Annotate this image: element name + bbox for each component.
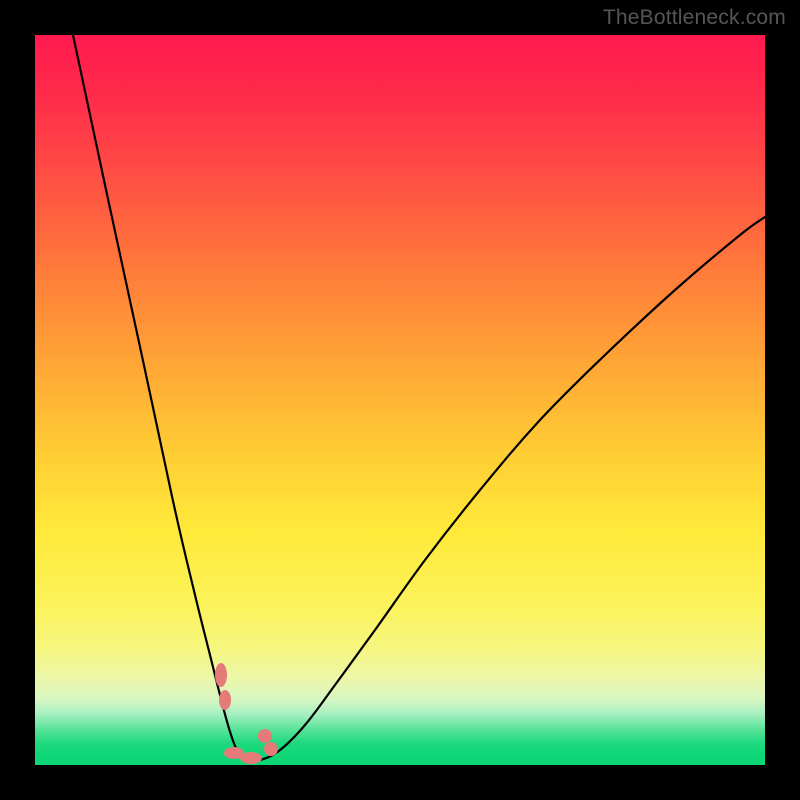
marker-trough-right-pill: [240, 752, 262, 764]
outer-frame: TheBottleneck.com: [0, 0, 800, 800]
bottleneck-curve: [73, 35, 765, 761]
marker-left-upper-pill: [215, 663, 227, 687]
chart-svg: [35, 35, 765, 765]
marker-right-upper-dot: [258, 729, 272, 743]
watermark-text: TheBottleneck.com: [603, 6, 786, 30]
marker-right-lower-dot: [264, 742, 278, 756]
plot-area: [35, 35, 765, 765]
marker-left-lower-pill: [219, 690, 231, 710]
